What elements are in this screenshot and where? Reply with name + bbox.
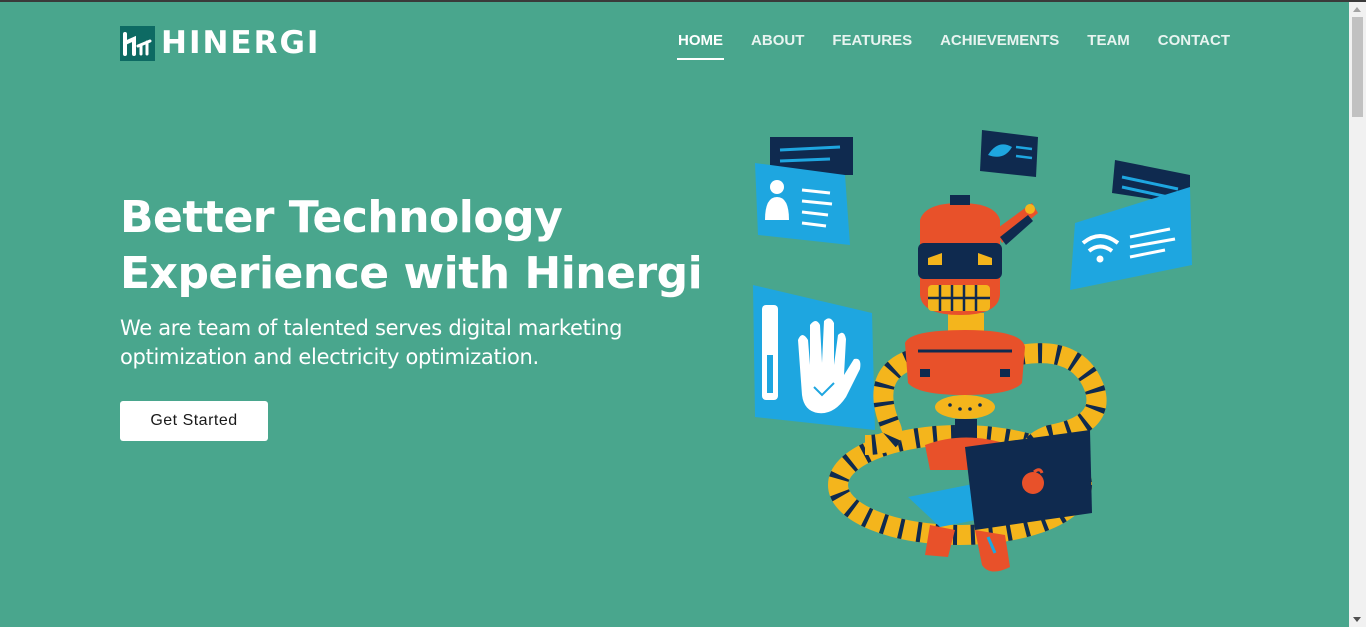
nav-about[interactable]: ABOUT (751, 32, 804, 59)
nav-achievements[interactable]: ACHIEVEMENTS (940, 32, 1059, 59)
scroll-up-icon[interactable] (1353, 7, 1361, 12)
scroll-down-icon[interactable] (1353, 617, 1361, 622)
robot-with-laptop-illustration (750, 125, 1200, 580)
get-started-button[interactable]: Get Started (120, 401, 268, 441)
hinergi-logo-icon (120, 25, 155, 61)
hero-subtitle-line2: optimization and electricity optimizatio… (120, 345, 539, 369)
scrollbar-thumb[interactable] (1352, 17, 1363, 117)
hero-title: Better Technology Experience with Hinerg… (120, 190, 720, 302)
leaf-card-panel-icon (980, 130, 1038, 177)
hero-subtitle: We are team of talented serves digital m… (120, 314, 680, 372)
nav-features[interactable]: FEATURES (832, 32, 912, 59)
brand-name: HINERGI (161, 25, 321, 61)
main-nav: HOME ABOUT FEATURES ACHIEVEMENTS TEAM CO… (650, 32, 1230, 60)
hero-title-line2: Experience with Hinergi (120, 248, 703, 299)
hero-subtitle-line1: We are team of talented serves digital m… (120, 316, 623, 340)
window-top-border (0, 0, 1366, 2)
nav-home[interactable]: HOME (677, 32, 725, 60)
robot-head (918, 195, 1038, 315)
brand-logo[interactable]: HINERGI (120, 25, 320, 61)
nav-team[interactable]: TEAM (1087, 32, 1130, 59)
wifi-card-panel-icon (1070, 160, 1192, 290)
vertical-scrollbar[interactable] (1349, 2, 1366, 627)
hand-card-panel-icon (753, 285, 875, 430)
nav-contact[interactable]: CONTACT (1158, 32, 1230, 59)
site-header: HINERGI HOME ABOUT FEATURES ACHIEVEMENTS… (120, 22, 1230, 64)
user-card-panel-icon (755, 137, 853, 245)
hero-title-line1: Better Technology (120, 192, 563, 243)
